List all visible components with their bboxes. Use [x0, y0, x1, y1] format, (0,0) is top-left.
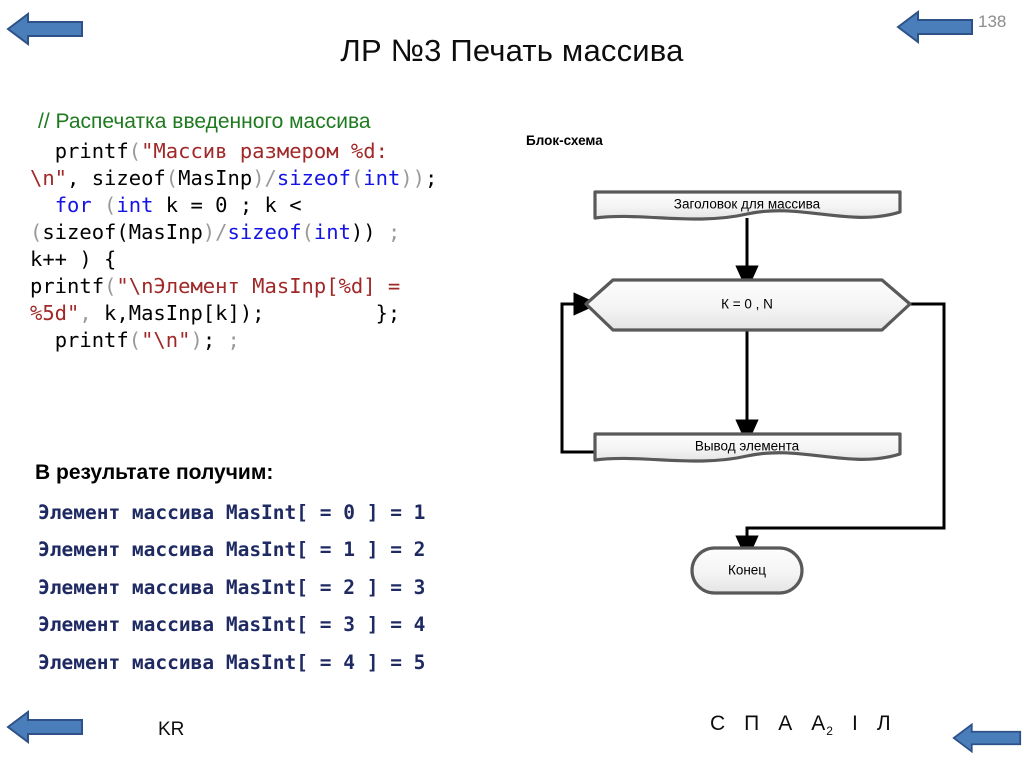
code-token: )) [400, 165, 425, 190]
code-token: k,MasInp[k]); }; [91, 301, 401, 325]
code-token: sizeof(MasInp [42, 219, 203, 244]
page-number: 138 [978, 12, 1007, 31]
code-token: , [79, 301, 92, 325]
code-token: ; [215, 328, 240, 353]
code-token: ( [165, 165, 179, 190]
footer-letter: І [851, 712, 859, 735]
console-output-line: Элемент массива MasInt[ = 4 ] = 5 [38, 650, 426, 674]
flowchart-node-loop-label: К = 0 , N [721, 297, 773, 312]
code-token: sizeof [227, 219, 302, 244]
code-token: ; [375, 219, 401, 244]
code-token: ; [425, 165, 438, 190]
code-line: printf("Массив размером %d: \n", sizeof(… [30, 138, 560, 192]
code-token: ( [128, 328, 142, 353]
console-output-line: Элемент массива MasInt[ = 3 ] = 4 [38, 613, 426, 637]
code-token: ( [128, 138, 142, 163]
code-token: "\n" [141, 328, 191, 353]
code-token: ( [30, 219, 43, 244]
slide-title: ЛР №3 Печать массива [340, 33, 684, 68]
nav-previous-arrow-bottom-right[interactable] [952, 718, 1022, 758]
code-token: printf [30, 273, 105, 298]
code-token: k++ ) { [30, 246, 117, 271]
footer-letter-subscript: 2 [826, 724, 834, 739]
footer-letter-group: С П А А2 І Л [710, 712, 910, 738]
flowchart-label: Блок-схема [526, 133, 603, 148]
code-token: MasInp [178, 165, 253, 190]
code-token: ( [91, 192, 117, 217]
code-token: , sizeof [67, 165, 166, 190]
code-token: int [313, 219, 351, 244]
flowchart-node-end-label: Конец [728, 563, 766, 578]
console-output: Элемент массива MasInt[ = 0 ] = 1 Элемент… [38, 494, 425, 681]
code-line: printf("\nЭлемент MasInp[%d] = %5d", k,M… [30, 273, 560, 327]
code-token: )) [350, 219, 376, 244]
flowchart-node-loop[interactable]: К = 0 , N [584, 278, 912, 332]
code-token: )/ [202, 219, 228, 244]
console-output-line: Элемент массива MasInt[ = 0 ] = 1 [38, 501, 426, 524]
code-token: int [363, 165, 401, 190]
code-block: // Распечатка введенного массива printf(… [30, 108, 560, 354]
result-heading: В результате получим: [35, 461, 274, 484]
left-arrow-icon [6, 710, 83, 744]
code-token: ( [301, 219, 314, 244]
flowchart-diagram: Заголовок для массива К = 0 , N Вывод эл… [560, 190, 946, 595]
code-token: int [116, 192, 154, 217]
code-token: printf [30, 138, 129, 163]
code-source-lines: printf("Массив размером %d: \n", sizeof(… [30, 138, 560, 354]
code-comment: // Распечатка введенного массива [38, 110, 371, 133]
code-token: )/ [252, 165, 277, 190]
flowchart-node-header-label: Заголовок для массива [674, 197, 821, 212]
code-token: ) [190, 328, 203, 353]
connector-loop-back [560, 292, 600, 454]
code-token: printf [30, 328, 129, 353]
code-token: sizeof [276, 165, 351, 190]
code-token: ( [104, 273, 117, 298]
footer-letter: А2 [811, 712, 834, 739]
code-token: ( [350, 165, 364, 190]
code-token: ; [202, 328, 216, 353]
flowchart-node-output[interactable]: Вывод элемента [593, 432, 902, 463]
flowchart-node-output-label: Вывод элемента [695, 439, 800, 454]
connector-loop-exit-to-end [735, 302, 946, 562]
console-output-line: Элемент массива MasInt[ = 1 ] = 2 [38, 538, 426, 562]
flowchart-node-header[interactable]: Заголовок для массива [593, 190, 902, 221]
code-token: k = 0 ; k < [165, 192, 302, 217]
code-line: for (int k = 0 ; k < (sizeof(MasInp)/siz… [30, 192, 560, 273]
nav-previous-arrow-bottom-left[interactable] [6, 708, 84, 746]
left-arrow-icon [952, 722, 1022, 754]
code-token: for [54, 192, 92, 217]
console-output-line: Элемент массива MasInt[ = 2 ] = 3 [38, 575, 426, 599]
footer-letter: А [778, 712, 794, 735]
footer-letter: П [744, 712, 761, 735]
footer-letter: Л [876, 712, 892, 735]
footer-label: KR [158, 719, 185, 740]
code-line: printf("\n"); ; [30, 327, 560, 354]
footer-letter: С [710, 712, 727, 735]
flowchart-node-end[interactable]: Конец [690, 546, 804, 595]
